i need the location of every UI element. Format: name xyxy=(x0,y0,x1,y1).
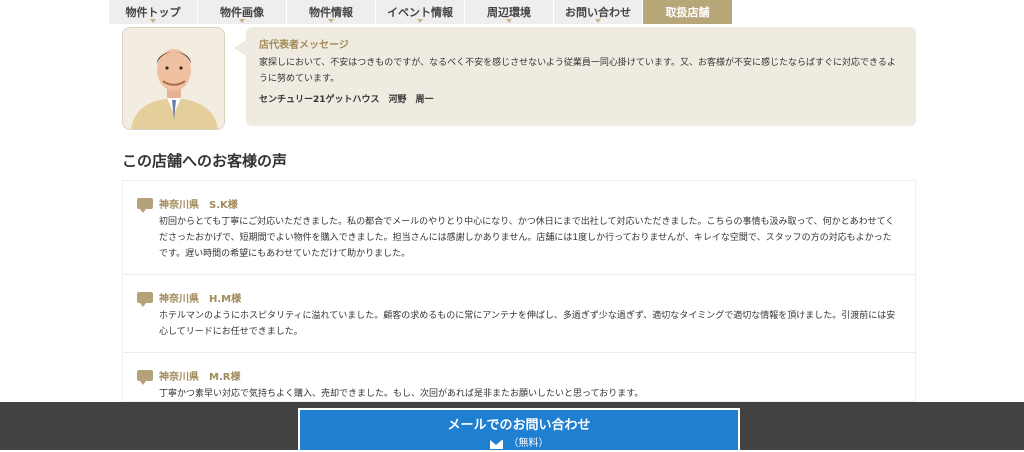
tab-property-info[interactable]: 物件情報 xyxy=(287,0,376,24)
top-nav: 物件トップ 物件画像 物件情報 イベント情報 周辺環境 お問い合わせ 取扱店舗 xyxy=(0,0,1024,24)
reviews-list: 神奈川県 S.K様 初回からとても丁寧にご対応いただきました。私の都合でメールの… xyxy=(122,180,916,402)
reviewer-name: 神奈川県 M.R様 xyxy=(159,371,241,383)
message-body: 家探しにおいて、不安はつきものですが、なるべく不安を感じさせないよう従業員一同心… xyxy=(259,58,896,84)
review-text: 初回からとても丁寧にご対応いただきました。私の都合でメールのやりとり中心になり、… xyxy=(159,217,895,259)
person-portrait-icon xyxy=(123,28,224,129)
speech-bubble-icon xyxy=(137,369,153,385)
nav-tabs: 物件トップ 物件画像 物件情報 イベント情報 周辺環境 お問い合わせ 取扱店舗 xyxy=(109,0,732,24)
caret-down-icon xyxy=(328,19,334,23)
mail-button-label: メールでのお問い合わせ xyxy=(447,418,591,433)
tab-property-top[interactable]: 物件トップ xyxy=(109,0,198,24)
tab-label: 物件情報 xyxy=(309,6,353,19)
review-item: 神奈川県 M.R様 丁寧かつ素早い対応で気持ちよく購入、売却できました。もし、次… xyxy=(123,353,915,401)
tab-label: イベント情報 xyxy=(387,6,453,19)
caret-down-icon xyxy=(239,19,245,23)
tab-property-images[interactable]: 物件画像 xyxy=(198,0,287,24)
caret-down-icon xyxy=(595,19,601,23)
tab-events[interactable]: イベント情報 xyxy=(376,0,465,24)
representative-photo xyxy=(122,27,225,130)
caret-down-icon xyxy=(506,19,512,23)
caret-down-icon xyxy=(417,19,423,23)
caret-down-icon xyxy=(150,19,156,23)
review-text: 丁寧かつ素早い対応で気持ちよく購入、売却できました。もし、次回があれば是非またお… xyxy=(159,389,644,399)
representative-message: 店代表者メッセージ 家探しにおいて、不安はつきものですが、なるべく不安を感じさせ… xyxy=(246,27,916,126)
tab-label: 物件画像 xyxy=(220,6,264,19)
mail-inquiry-button[interactable]: メールでのお問い合わせ （無料） xyxy=(298,408,740,452)
envelope-icon xyxy=(489,439,503,449)
speech-bubble-icon xyxy=(137,197,153,213)
review-item: 神奈川県 H.M様 ホテルマンのようにホスピタリティに溢れていました。顧客の求め… xyxy=(123,275,915,353)
message-heading: 店代表者メッセージ xyxy=(259,40,349,51)
review-item: 神奈川県 S.K様 初回からとても丁寧にご対応いただきました。私の都合でメールの… xyxy=(123,181,915,275)
tab-store[interactable]: 取扱店舗 xyxy=(643,0,732,24)
mail-button-sub: （無料） xyxy=(508,438,549,449)
speech-bubble-icon xyxy=(137,291,153,307)
tab-contact[interactable]: お問い合わせ xyxy=(554,0,643,24)
reviewer-name: 神奈川県 H.M様 xyxy=(159,293,242,305)
speech-tail xyxy=(234,40,246,56)
message-signature: センチュリー21ゲットハウス 河野 周一 xyxy=(259,95,434,105)
tab-label: お問い合わせ xyxy=(565,6,631,19)
tab-label: 物件トップ xyxy=(125,6,181,19)
tab-surroundings[interactable]: 周辺環境 xyxy=(465,0,554,24)
review-text: ホテルマンのようにホスピタリティに溢れていました。顧客の求めるものに常にアンテナ… xyxy=(159,311,896,337)
tab-label: 周辺環境 xyxy=(487,6,531,19)
reviewer-name: 神奈川県 S.K様 xyxy=(159,199,238,211)
tab-label: 取扱店舗 xyxy=(665,6,710,19)
reviews-title: この店舗へのお客様の声 xyxy=(122,152,288,170)
footer-bar: メールでのお問い合わせ （無料） xyxy=(0,402,1024,452)
